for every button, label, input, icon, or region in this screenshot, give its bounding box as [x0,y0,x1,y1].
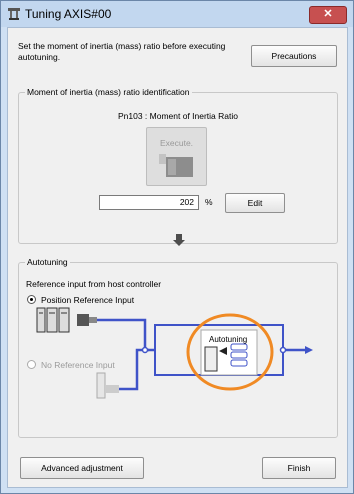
finish-button[interactable]: Finish [262,457,336,479]
edit-button[interactable]: Edit [225,193,285,213]
close-button[interactable]: ✕ [309,6,347,24]
inertia-ratio-unit: % [205,197,213,207]
execute-button[interactable]: Execute. [146,127,207,186]
autotuning-group: Autotuning Reference input from host con… [18,257,338,438]
inertia-ratio-value: 202 [99,195,199,210]
reference-flow-diagram [36,307,313,399]
inertia-group: Moment of inertia (mass) ratio identific… [18,87,338,244]
autotuning-box-label: Autotuning [209,335,248,344]
advanced-adjustment-button[interactable]: Advanced adjustment [20,457,144,479]
inertia-group-label: Moment of inertia (mass) ratio identific… [25,87,192,97]
parameter-text: Pn103 : Moment of Inertia Ratio [117,111,238,121]
window-title: Tuning AXIS#00 [25,7,112,21]
tuning-window-icon [8,8,20,20]
intro-text: Set the moment of inertia (mass) ratio b… [18,41,226,62]
tuning-window: Tuning AXIS#00 ✕ Set the moment of inert… [0,0,354,494]
execute-label: Execute. [159,138,194,148]
controller-icon [36,307,70,333]
down-arrow-icon [173,234,185,246]
servo-motor-icon [159,154,193,177]
title-bar[interactable]: Tuning AXIS#00 ✕ [1,1,353,27]
client-area: Set the moment of inertia (mass) ratio b… [7,27,348,488]
precautions-button[interactable]: Precautions [251,45,337,67]
close-icon: ✕ [323,8,333,20]
